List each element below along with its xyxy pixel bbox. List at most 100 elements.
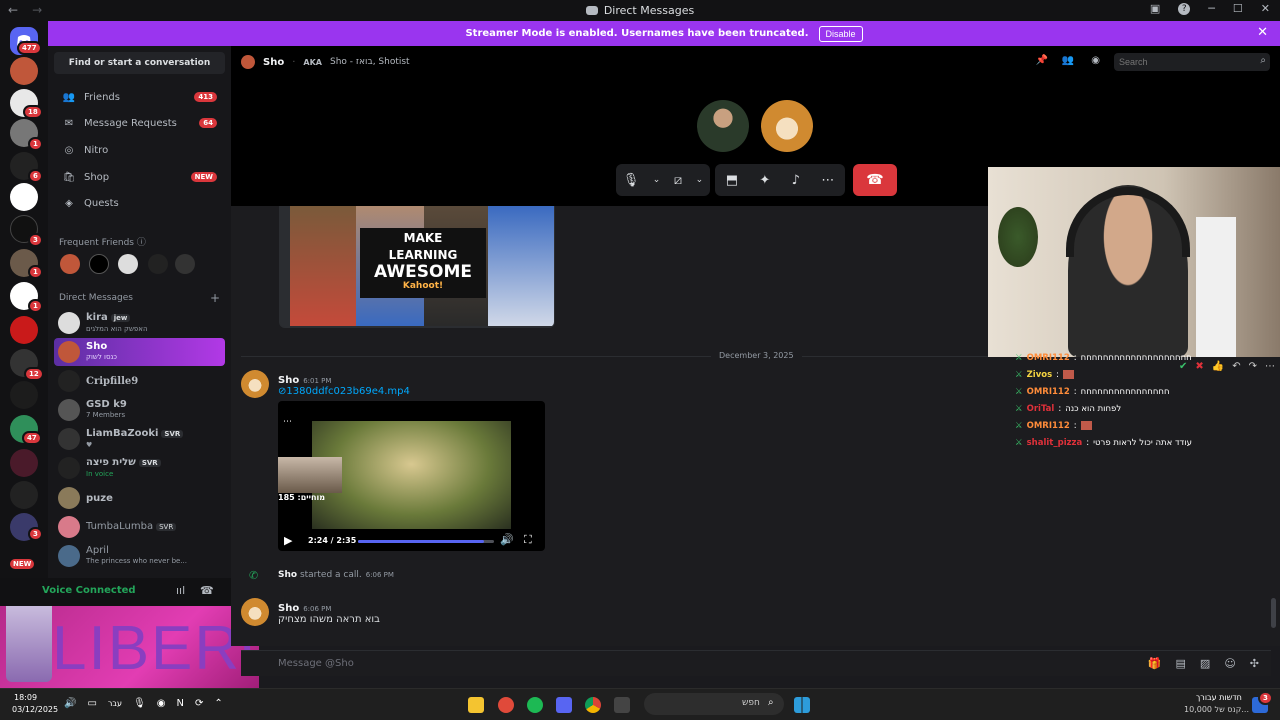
dm-item[interactable]: שלית פיצה SVR In voice (54, 454, 225, 482)
windows-start-icon[interactable] (794, 697, 810, 713)
message-avatar[interactable] (241, 598, 269, 626)
maximize-icon[interactable]: ☐ (1233, 2, 1243, 15)
gift-icon[interactable]: 🎁 (1148, 657, 1162, 670)
dm-item-liam[interactable]: LiamBaZooki SVR ♥ (54, 425, 225, 453)
forward-arrow-icon[interactable]: → (32, 3, 42, 17)
server-badge: 47 (22, 431, 42, 445)
message-author[interactable]: Sho (278, 375, 299, 386)
screen-share-icon[interactable]: ⬒ (726, 173, 738, 188)
taskbar-search[interactable]: ⌕ חפש (644, 693, 784, 715)
server-icon[interactable] (10, 381, 38, 409)
frequent-friend-avatar[interactable] (60, 254, 80, 274)
disconnect-icon[interactable]: ☎ (200, 584, 214, 597)
twitch-chat-line: ⚔ OMRI112: חחחחחחחחחחחחחחחח (1015, 386, 1170, 397)
refresh-tray-icon[interactable]: ⟳ (195, 698, 203, 709)
hang-up-button[interactable]: ☎ (853, 164, 897, 196)
server-icon[interactable] (10, 183, 38, 211)
help-icon[interactable]: ? (1178, 2, 1191, 15)
volume-icon[interactable]: 🔊 (64, 698, 76, 709)
browser-icon[interactable] (498, 697, 514, 713)
frequent-friend-avatar[interactable] (89, 254, 109, 274)
disable-button[interactable]: Disable (818, 25, 863, 42)
minimize-icon[interactable]: ─ (1208, 2, 1215, 15)
file-explorer-icon[interactable] (468, 697, 484, 713)
more-icon[interactable]: ⋯ (283, 417, 292, 427)
volume-icon[interactable]: 🔊 (500, 533, 514, 546)
search-input[interactable] (1114, 53, 1270, 71)
close-icon[interactable]: ✕ (1257, 25, 1268, 40)
dm-item-april[interactable]: April The princess who never be... (54, 542, 225, 570)
news-title[interactable]: חדשות עבורך (1196, 693, 1242, 702)
clock-time[interactable]: 18:09 (14, 693, 37, 702)
x-icon[interactable]: ✖ (1195, 361, 1203, 372)
message-avatar[interactable] (241, 370, 269, 398)
camera-off-icon[interactable]: ⧄ (674, 173, 682, 188)
nav-quests[interactable]: ◈ Quests (54, 191, 225, 215)
chrome-icon[interactable] (585, 697, 601, 713)
pin-icon[interactable]: 📌 (1036, 55, 1048, 66)
message-composer[interactable]: Message @Sho 🎁 ▤ ▨ ☺ ✣ (241, 650, 1271, 676)
call-participant-avatar[interactable] (697, 100, 749, 152)
embedded-image[interactable]: MAKE LEARNING AWESOME Kahoot! (279, 206, 555, 328)
app-icon[interactable] (614, 697, 630, 713)
more-icon[interactable]: ⋯ (1265, 361, 1275, 372)
dm-item-tumba[interactable]: TumbaLumba SVR (54, 513, 225, 541)
dm-item-sho[interactable]: Sho כנסו לשוק (54, 338, 225, 366)
seek-bar[interactable] (358, 540, 494, 543)
dm-item-gsd[interactable]: GSD k9 7 Members (54, 396, 225, 424)
nav-nitro[interactable]: ◎ Nitro (54, 138, 225, 162)
chat-scrollbar[interactable] (1271, 598, 1276, 628)
dm-item[interactable]: Cripfille9 (54, 367, 225, 395)
discord-icon[interactable] (556, 697, 572, 713)
nav-friends[interactable]: 👥 Friends 413 (54, 85, 225, 109)
message-author[interactable]: Sho (278, 603, 299, 614)
nav-shop[interactable]: 🛍 Shop NEW (54, 165, 225, 189)
apps-icon[interactable]: ✣ (1250, 657, 1259, 670)
message-input-placeholder[interactable]: Message @Sho (278, 658, 354, 669)
activities-icon[interactable]: ✦ (759, 173, 770, 188)
profile-icon[interactable]: ◉ (1091, 55, 1100, 66)
network-icon[interactable]: ▭ (87, 698, 96, 709)
server-icon[interactable] (10, 57, 38, 85)
server-icon[interactable] (10, 481, 38, 509)
news-subtitle[interactable]: קנס של 10,000... (1184, 705, 1249, 714)
frequent-friend-avatar[interactable] (175, 254, 195, 274)
fullscreen-icon[interactable]: ⛶ (524, 533, 532, 547)
chevron-up-icon[interactable]: ⌃ (214, 698, 222, 709)
find-conversation-button[interactable]: Find or start a conversation (54, 52, 225, 74)
call-participant-avatar[interactable] (761, 100, 813, 152)
chevron-down-icon[interactable]: ⌄ (696, 175, 704, 185)
video-player[interactable]: ⋯ מוחיים: 185 ▶ 2:24 / 2:35 🔊 ⛶ (278, 401, 545, 551)
nav-message-requests[interactable]: ✉ Message Requests 64 (54, 111, 225, 135)
chevron-down-icon[interactable]: ⌄ (653, 175, 661, 185)
mic-tray-icon[interactable]: 🎙 (133, 698, 146, 709)
more-icon[interactable]: ⋯ (821, 173, 834, 188)
app-tray-icon[interactable]: N (177, 698, 184, 709)
add-friends-icon[interactable]: 👥 (1062, 55, 1074, 66)
play-icon[interactable]: ▶ (284, 534, 292, 547)
microphone-icon[interactable]: 🎙 (623, 173, 640, 188)
server-icon[interactable] (10, 449, 38, 477)
back-arrow-icon[interactable]: ← (8, 3, 18, 17)
frequent-friend-avatar[interactable] (148, 254, 168, 274)
inbox-icon[interactable]: ▣ (1150, 2, 1160, 15)
emoji-icon[interactable]: ☺ (1224, 657, 1235, 670)
clock-date[interactable]: 03/12/2025 (12, 705, 58, 714)
frequent-friend-avatar[interactable] (118, 254, 138, 274)
spotify-icon[interactable] (527, 697, 543, 713)
dm-item-puze[interactable]: puze (54, 484, 225, 512)
sticker-icon[interactable]: ▨ (1200, 657, 1210, 670)
add-dm-icon[interactable]: + (210, 291, 220, 305)
language-indicator[interactable]: עבר (108, 699, 122, 708)
dm-item-kira[interactable]: kira jew האפשק הוא המלגים (54, 309, 225, 337)
file-link[interactable]: ⊘1380ddfc023b69e4.mp4 (278, 386, 410, 397)
mic-control[interactable]: 🎙 ⌄ ⧄ ⌄ (616, 164, 710, 196)
close-window-icon[interactable]: ✕ (1261, 2, 1270, 15)
soundboard-icon[interactable]: ♪ (792, 173, 800, 188)
gif-icon[interactable]: ▤ (1176, 657, 1186, 670)
thumbs-up-icon[interactable]: 👍 (1212, 361, 1224, 372)
reply-icon[interactable]: ↶ (1232, 361, 1240, 372)
server-icon[interactable] (10, 316, 38, 344)
app-tray-icon[interactable]: ◉ (157, 698, 166, 709)
forward-icon[interactable]: ↷ (1249, 361, 1257, 372)
